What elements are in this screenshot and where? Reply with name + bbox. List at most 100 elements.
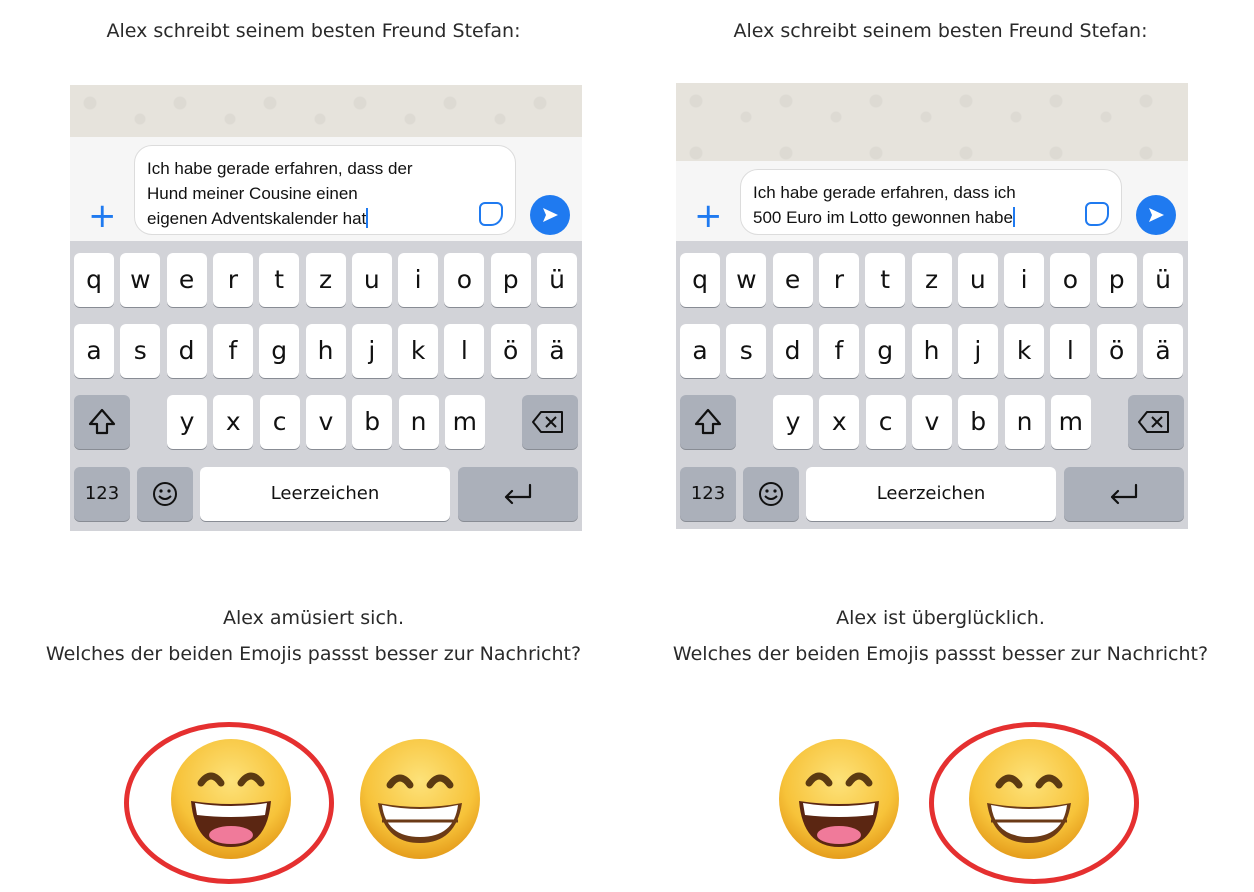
key-s[interactable]: s: [120, 324, 161, 378]
key-label: v: [318, 407, 334, 436]
key-ü[interactable]: ü: [1143, 253, 1183, 307]
key-l[interactable]: l: [1050, 324, 1091, 378]
key-m[interactable]: m: [1050, 395, 1091, 449]
key-l[interactable]: l: [444, 324, 485, 378]
key-h[interactable]: h: [305, 324, 346, 378]
key-ü[interactable]: ü: [537, 253, 577, 307]
key-x[interactable]: x: [819, 395, 860, 449]
shift-key[interactable]: [74, 395, 130, 449]
numbers-key[interactable]: 123: [680, 467, 736, 521]
key-f[interactable]: f: [818, 324, 859, 378]
key-v[interactable]: v: [305, 395, 346, 449]
key-y[interactable]: y: [773, 395, 813, 449]
key-label: s: [739, 336, 753, 365]
key-q[interactable]: q: [680, 253, 720, 307]
key-n[interactable]: n: [1004, 395, 1045, 449]
key-label: a: [86, 336, 102, 365]
numbers-key[interactable]: 123: [74, 467, 130, 521]
key-ä[interactable]: ä: [537, 324, 577, 378]
key-u[interactable]: u: [351, 253, 392, 307]
send-button[interactable]: [530, 195, 570, 235]
key-label: m: [1058, 407, 1083, 436]
key-k[interactable]: k: [1004, 324, 1045, 378]
key-h[interactable]: h: [911, 324, 952, 378]
sticker-icon[interactable]: [1085, 202, 1109, 226]
key-y[interactable]: y: [167, 395, 207, 449]
plus-icon[interactable]: +: [694, 199, 723, 233]
key-f[interactable]: f: [212, 324, 253, 378]
key-w[interactable]: w: [120, 253, 161, 307]
key-s[interactable]: s: [726, 324, 767, 378]
key-c[interactable]: c: [865, 395, 906, 449]
key-label: m: [452, 407, 477, 436]
key-ö[interactable]: ö: [1096, 324, 1137, 378]
delete-key[interactable]: [522, 395, 578, 449]
key-a[interactable]: a: [680, 324, 720, 378]
chat-background: [70, 85, 582, 137]
message-field[interactable]: Ich habe gerade erfahren, dass der Hund …: [134, 145, 516, 235]
key-b[interactable]: b: [352, 395, 393, 449]
key-label: z: [924, 265, 939, 294]
key-r[interactable]: r: [212, 253, 253, 307]
key-t[interactable]: t: [259, 253, 300, 307]
plus-icon[interactable]: +: [88, 199, 117, 233]
key-a[interactable]: a: [74, 324, 114, 378]
key-v[interactable]: v: [911, 395, 952, 449]
key-label: u: [969, 265, 986, 294]
mood-text: Alex amüsiert sich.: [223, 607, 404, 629]
key-g[interactable]: g: [865, 324, 906, 378]
shift-key[interactable]: [680, 395, 736, 449]
message-field[interactable]: Ich habe gerade erfahren, dass ich 500 E…: [740, 169, 1122, 235]
key-d[interactable]: d: [772, 324, 813, 378]
key-u[interactable]: u: [957, 253, 998, 307]
key-x[interactable]: x: [213, 395, 254, 449]
delete-key[interactable]: [1128, 395, 1184, 449]
emoji-key[interactable]: [743, 467, 799, 521]
beaming-face-smiling-eyes-emoji[interactable]: [965, 735, 1093, 863]
key-t[interactable]: t: [865, 253, 906, 307]
key-j[interactable]: j: [957, 324, 998, 378]
grinning-open-mouth-smiling-eyes-emoji[interactable]: [775, 735, 903, 863]
key-label: s: [133, 336, 147, 365]
key-j[interactable]: j: [351, 324, 392, 378]
key-p[interactable]: p: [490, 253, 531, 307]
key-i[interactable]: i: [1004, 253, 1045, 307]
key-b[interactable]: b: [958, 395, 999, 449]
key-o[interactable]: o: [1050, 253, 1091, 307]
question-text: Welches der beiden Emojis passst besser …: [45, 643, 582, 665]
sticker-icon[interactable]: [479, 202, 503, 226]
key-q[interactable]: q: [74, 253, 114, 307]
key-label: p: [1108, 265, 1125, 294]
emoji-key[interactable]: [137, 467, 193, 521]
question-block: Alex ist überglücklich. Welches der beid…: [627, 600, 1254, 672]
key-g[interactable]: g: [259, 324, 300, 378]
key-label: z: [318, 265, 333, 294]
key-e[interactable]: e: [166, 253, 207, 307]
key-e[interactable]: e: [772, 253, 813, 307]
return-key[interactable]: [458, 467, 578, 521]
space-key[interactable]: Leerzeichen: [806, 467, 1056, 521]
key-m[interactable]: m: [444, 395, 485, 449]
key-i[interactable]: i: [398, 253, 439, 307]
key-z[interactable]: z: [305, 253, 346, 307]
key-n[interactable]: n: [398, 395, 439, 449]
key-c[interactable]: c: [259, 395, 300, 449]
key-label: h: [317, 336, 334, 365]
send-button[interactable]: [1136, 195, 1176, 235]
key-label: k: [410, 336, 426, 365]
key-z[interactable]: z: [911, 253, 952, 307]
beaming-face-smiling-eyes-emoji[interactable]: [356, 735, 484, 863]
space-key[interactable]: Leerzeichen: [200, 467, 450, 521]
key-r[interactable]: r: [818, 253, 859, 307]
key-label: r: [833, 265, 845, 294]
key-w[interactable]: w: [726, 253, 767, 307]
key-label: 123: [690, 483, 726, 504]
key-k[interactable]: k: [398, 324, 439, 378]
grinning-open-mouth-smiling-eyes-emoji[interactable]: [167, 735, 295, 863]
key-ö[interactable]: ö: [490, 324, 531, 378]
key-o[interactable]: o: [444, 253, 485, 307]
key-ä[interactable]: ä: [1143, 324, 1183, 378]
key-d[interactable]: d: [166, 324, 207, 378]
return-key[interactable]: [1064, 467, 1184, 521]
key-p[interactable]: p: [1096, 253, 1137, 307]
